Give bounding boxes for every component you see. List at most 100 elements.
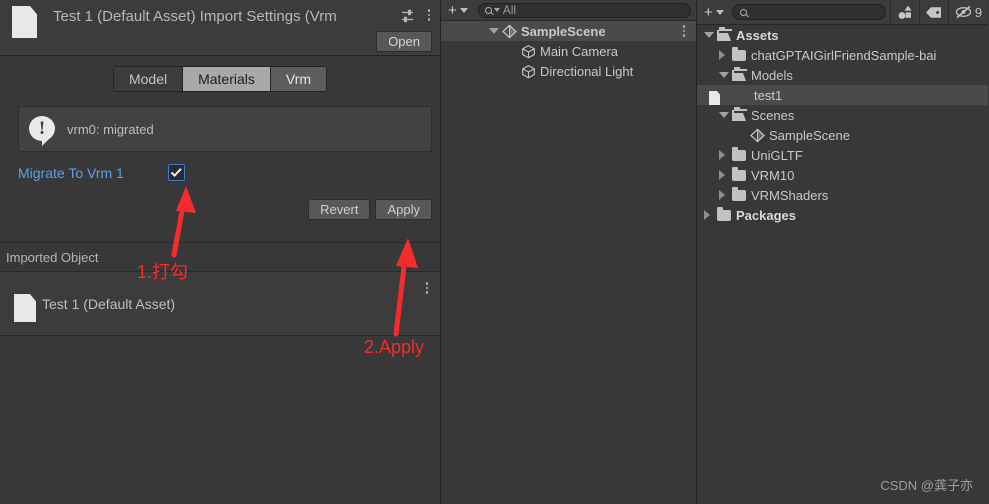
project-item-vrmshaders[interactable]: VRMShaders [697,185,988,205]
project-item-uniglft[interactable]: UniGLTF [697,145,988,165]
project-item-test1[interactable]: test1 [697,85,988,105]
chevron-down-icon [715,9,724,15]
folder-open-icon [717,26,732,41]
chevron-down-icon [493,8,500,12]
folder-open-icon [732,106,747,121]
apply-button[interactable]: Apply [375,199,432,220]
hierarchy-item-label: Main Camera [540,43,619,59]
revert-button[interactable]: Revert [308,199,371,220]
tag-icon[interactable] [919,0,948,25]
project-add-button[interactable]: + [700,4,728,21]
project-item-vrm10[interactable]: VRM10 [697,165,988,185]
migrate-to-vrm1-row: Migrate To Vrm 1 [0,164,440,181]
project-item-label: Packages [736,207,796,223]
kebab-menu-icon[interactable] [420,280,434,296]
folder-open-icon [732,66,747,81]
imported-object-label: Test 1 (Default Asset) [42,295,176,312]
hierarchy-panel: + All SampleScene Main Camera Directiona… [441,0,697,504]
revert-apply-button-row: Revert Apply [0,199,440,220]
info-bubble-icon: ! [29,116,57,146]
help-box: ! vrm0: migrated [18,106,432,152]
project-item-packages[interactable]: Packages [697,205,988,225]
chevron-down-icon [459,7,468,13]
project-item-models[interactable]: Models [697,65,988,85]
search-icon [484,6,492,14]
project-item-chatgpt-sample[interactable]: chatGPTAIGirlFriendSample-bai [697,45,988,65]
kebab-menu-icon[interactable] [422,7,436,23]
hierarchy-search-value: All [502,3,517,17]
file-icon [12,6,37,38]
kebab-menu-icon[interactable] [677,23,691,39]
tab-materials[interactable]: Materials [183,67,271,91]
project-item-label: SampleScene [769,127,850,143]
unity-editor-window: Test 1 (Default Asset) Import Settings (… [0,0,989,504]
gameobject-cube-icon [522,44,535,58]
folder-icon [732,146,746,161]
chevron-down-icon[interactable] [719,112,729,118]
inspector-title: Test 1 (Default Asset) Import Settings (… [53,8,337,25]
gameobject-cube-icon [522,64,535,78]
chevron-down-icon[interactable] [489,28,499,34]
open-button[interactable]: Open [376,31,432,52]
project-item-label: VRMShaders [751,187,829,203]
hierarchy-search-input[interactable]: All [477,2,691,18]
annotation-step1-label: 1.打勾 [137,262,189,282]
hidden-objects-count: 9 [974,4,983,20]
project-item-label: Models [751,67,793,83]
plus-icon: + [448,1,457,19]
imported-object-title: Imported Object [6,249,99,265]
imported-object-header: Imported Object [0,243,440,272]
scene-icon [502,24,517,38]
folder-icon [732,46,746,61]
file-icon [709,91,720,105]
migrate-to-vrm1-label: Migrate To Vrm 1 [18,164,124,181]
folder-icon [732,186,746,201]
tab-model[interactable]: Model [113,67,184,91]
hierarchy-item-main-camera[interactable]: Main Camera [441,41,696,61]
chevron-down-icon[interactable] [704,32,714,38]
hierarchy-item-directional-light[interactable]: Directional Light [441,61,696,81]
chevron-right-icon[interactable] [719,170,725,180]
migrate-to-vrm1-checkbox[interactable] [168,164,185,181]
project-item-label: test1 [754,87,783,103]
chevron-right-icon[interactable] [704,210,710,220]
project-panel: + 9 Assets chatGPTAIGirlFriendSample-bai… [697,0,988,504]
help-box-text: vrm0: migrated [67,121,154,137]
project-item-label: UniGLTF [751,147,803,163]
hierarchy-item-label: SampleScene [521,23,606,39]
imported-object-row[interactable]: Test 1 (Default Asset) [0,272,440,336]
plus-icon: + [704,3,713,21]
project-search-input[interactable] [731,4,886,20]
hidden-objects-toggle[interactable]: 9 [948,0,988,25]
project-item-scenes[interactable]: Scenes [697,105,988,125]
search-icon [739,8,747,16]
hierarchy-item-samplescene[interactable]: SampleScene [441,21,696,41]
project-item-label: Scenes [751,107,795,123]
project-item-samplescene[interactable]: SampleScene [697,125,988,145]
watermark: CSDN @龚子亦 [880,478,973,493]
project-item-label: chatGPTAIGirlFriendSample-bai [751,47,937,63]
folder-icon [732,166,746,181]
file-icon [14,294,36,322]
project-item-label: Assets [736,27,779,43]
inspector-panel: Test 1 (Default Asset) Import Settings (… [0,0,441,504]
hierarchy-item-label: Directional Light [540,63,634,79]
tab-vrm[interactable]: Vrm [270,67,327,91]
scene-icon [750,128,765,142]
preset-icon[interactable] [400,8,416,24]
annotation-step2-label: 2.Apply [364,337,425,357]
project-item-assets[interactable]: Assets [697,25,988,45]
folder-icon [717,206,731,221]
chevron-right-icon[interactable] [719,190,725,200]
eye-off-icon [955,5,972,19]
hierarchy-add-button[interactable]: + [444,2,472,19]
project-item-label: VRM10 [751,167,795,183]
shape-filter-icon[interactable] [890,0,919,25]
chevron-right-icon[interactable] [719,150,725,160]
hierarchy-toolbar: + All [441,0,696,21]
inspector-tab-bar: Model Materials Vrm [0,66,440,92]
chevron-right-icon[interactable] [719,50,725,60]
project-toolbar: + 9 [697,0,988,25]
chevron-down-icon[interactable] [719,72,729,78]
inspector-header: Test 1 (Default Asset) Import Settings (… [0,0,440,56]
